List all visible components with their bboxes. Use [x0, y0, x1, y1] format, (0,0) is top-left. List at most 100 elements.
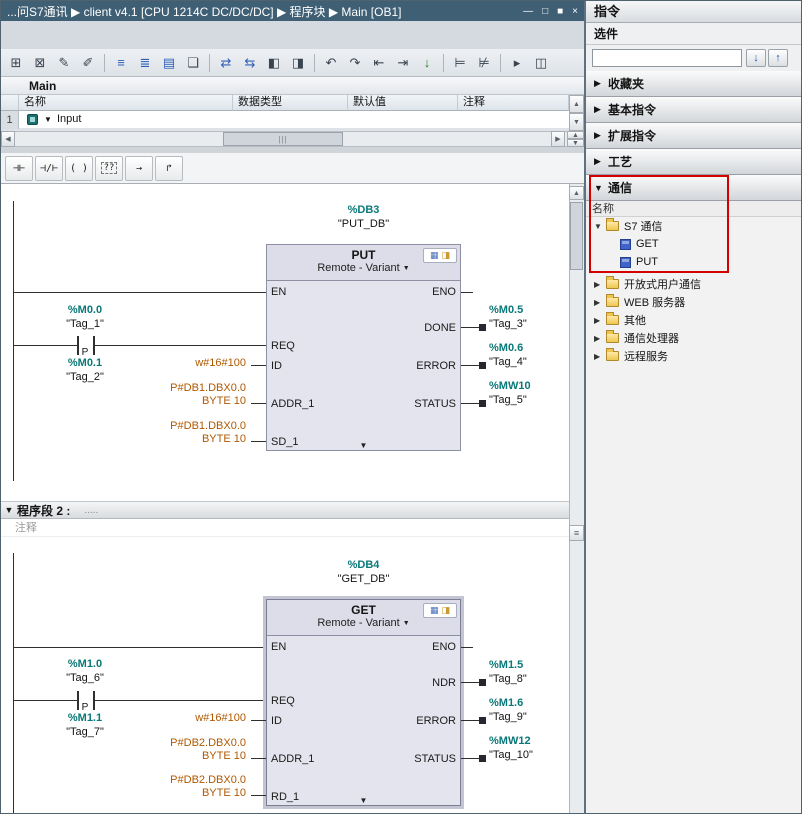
operand-tag[interactable]: "Tag_10" — [489, 749, 559, 762]
update-block-icon[interactable]: ⇆ — [239, 52, 261, 74]
scroll-left-icon[interactable]: ◀ — [1, 131, 15, 147]
section-technology[interactable]: ▶ 工艺 — [586, 149, 802, 175]
network-title-bar[interactable]: ▼ 程序段 2 : ..... — [1, 501, 569, 519]
instance-db-name[interactable]: "GET_DB" — [266, 573, 461, 586]
go-to-prev-icon[interactable]: ⇤ — [368, 52, 390, 74]
block-pins-icon[interactable]: ◨ — [442, 251, 451, 260]
tree-item-s7-communication[interactable]: ▼ S7 通信 — [586, 217, 802, 235]
pin-value[interactable]: BYTE 10 — [141, 433, 246, 446]
pin-value[interactable]: BYTE 10 — [141, 787, 246, 800]
jump-forward-icon[interactable]: ↷ — [344, 52, 366, 74]
search-up-icon[interactable]: ↑ — [768, 49, 788, 67]
pin-value[interactable]: BYTE 10 — [141, 750, 246, 763]
operand-address[interactable]: %M0.1 — [35, 357, 135, 370]
contact-nc-icon[interactable]: ⊣/⊢ — [35, 156, 63, 181]
operand-address[interactable]: %M1.6 — [489, 697, 559, 710]
operand-tag[interactable]: "Tag_1" — [35, 318, 135, 331]
open-branch-icon[interactable]: → — [125, 156, 153, 181]
operand-tag[interactable]: "Tag_2" — [35, 371, 135, 384]
operand-tag[interactable]: "Tag_3" — [489, 318, 559, 331]
split-up-icon[interactable]: ▲ — [567, 131, 584, 139]
operand-address[interactable]: %M1.0 — [35, 658, 135, 671]
section-extended-instructions[interactable]: ▶ 扩展指令 — [586, 123, 802, 149]
block-image-icon[interactable]: ▦ — [430, 606, 439, 615]
vertical-scrollbar[interactable] — [569, 184, 584, 814]
close-branch-icon[interactable]: ↱ — [155, 156, 183, 181]
splitter-grip-icon[interactable]: ≡ — [569, 525, 584, 541]
split-down-icon[interactable]: ▼ — [567, 139, 584, 147]
block-expand-icon[interactable]: ▼ — [360, 796, 368, 805]
close-icon[interactable]: × — [572, 6, 578, 17]
block-interface-icon[interactable]: ≣ — [134, 52, 156, 74]
operand-tag[interactable]: "Tag_5" — [489, 394, 559, 407]
pin-value[interactable]: P#DB2.DBX0.0 — [141, 774, 246, 787]
operand-tag[interactable]: "Tag_7" — [35, 726, 135, 739]
instance-db-address[interactable]: %DB4 — [266, 559, 461, 572]
operand-address[interactable]: %M0.5 — [489, 304, 559, 317]
network-list-icon[interactable]: ≡ — [110, 52, 132, 74]
table-row[interactable]: 1 ▼ Input — [1, 111, 569, 129]
maximize-icon[interactable]: ■ — [557, 6, 563, 17]
column-header-default[interactable]: 默认值 — [348, 95, 458, 111]
operand-address[interactable]: %M0.6 — [489, 342, 559, 355]
monitor-off-icon[interactable]: ⊭ — [473, 52, 495, 74]
editor-layout-icon[interactable]: ◫ — [530, 52, 552, 74]
block-expand-icon[interactable]: ▼ — [360, 441, 368, 450]
operand-tag[interactable]: "Tag_9" — [489, 711, 559, 724]
pin-value[interactable]: BYTE 10 — [141, 395, 246, 408]
network-comment[interactable]: 注释 — [1, 519, 569, 537]
operand-tag[interactable]: "Tag_4" — [489, 356, 559, 369]
insert-network-icon[interactable]: ⊞ — [5, 52, 27, 74]
scroll-up-icon[interactable]: ▲ — [569, 186, 584, 200]
scroll-right-icon[interactable]: ▶ — [551, 131, 565, 147]
column-header-comment[interactable]: 注释 — [458, 95, 569, 111]
operand-tag[interactable]: "Tag_8" — [489, 673, 559, 686]
expand-all-icon[interactable]: ◧ — [263, 52, 285, 74]
pin-value[interactable]: P#DB1.DBX0.0 — [141, 420, 246, 433]
operand-tag[interactable]: "Tag_6" — [35, 672, 135, 685]
tree-column-header[interactable]: 名称 — [586, 201, 802, 217]
scroll-page-up-icon[interactable]: ▲ — [569, 95, 584, 113]
section-favorites[interactable]: ▶ 收藏夹 — [586, 71, 802, 97]
search-input[interactable] — [592, 49, 742, 67]
instance-db-name[interactable]: "PUT_DB" — [266, 218, 461, 231]
minimize-icon[interactable]: — — [523, 6, 533, 17]
jump-back-icon[interactable]: ↶ — [320, 52, 342, 74]
block-image-icon[interactable]: ▦ — [430, 251, 439, 260]
collapse-all-icon[interactable]: ◨ — [287, 52, 309, 74]
tree-item-open-user-communication[interactable]: ▶ 开放式用户通信 — [586, 275, 802, 293]
pin-value[interactable]: w#16#100 — [141, 357, 246, 370]
put-block[interactable]: PUT Remote - Variant▼ ▦ ◨ EN REQ ID ADDR… — [266, 244, 461, 451]
comment-icon[interactable]: ❏ — [182, 52, 204, 74]
go-to-next-icon[interactable]: ⇥ — [392, 52, 414, 74]
tree-item-communication-processor[interactable]: ▶ 通信处理器 — [586, 329, 802, 347]
operand-address[interactable]: %M1.5 — [489, 659, 559, 672]
properties-icon[interactable]: ✐ — [77, 52, 99, 74]
block-variant-selector[interactable]: Remote - Variant▼ — [267, 262, 460, 274]
pin-value[interactable]: w#16#100 — [141, 712, 246, 725]
operand-address[interactable]: %MW12 — [489, 735, 559, 748]
empty-box-icon[interactable]: ?? — [95, 156, 123, 181]
more-commands-icon[interactable]: ▸ — [506, 52, 528, 74]
section-basic-instructions[interactable]: ▶ 基本指令 — [586, 97, 802, 123]
section-communication[interactable]: ▼ 通信 — [586, 175, 802, 201]
delete-network-icon[interactable]: ⊠ — [29, 52, 51, 74]
swap-operand-icon[interactable]: ⇄ — [215, 52, 237, 74]
instance-db-address[interactable]: %DB3 — [266, 204, 461, 217]
pin-value[interactable]: P#DB1.DBX0.0 — [141, 382, 246, 395]
coil-icon[interactable]: ( ) — [65, 156, 93, 181]
download-icon[interactable]: ↓ — [416, 52, 438, 74]
pin-value[interactable]: P#DB2.DBX0.0 — [141, 737, 246, 750]
chevron-down-icon[interactable]: ▼ — [44, 115, 52, 124]
restore-icon[interactable]: □ — [542, 6, 548, 17]
tree-item-others[interactable]: ▶ 其他 — [586, 311, 802, 329]
operand-address[interactable]: %MW10 — [489, 380, 559, 393]
hscroll-thumb[interactable]: ||| — [223, 132, 343, 146]
column-header-name[interactable]: 名称 — [19, 95, 233, 111]
scroll-page-down-icon[interactable]: ▼ — [569, 113, 584, 131]
column-header-datatype[interactable]: 数据类型 — [233, 95, 348, 111]
monitor-on-icon[interactable]: ⊨ — [449, 52, 471, 74]
vscroll-thumb[interactable] — [570, 202, 583, 270]
favorites-icon[interactable]: ▤ — [158, 52, 180, 74]
interface-row-label[interactable]: Input — [57, 113, 81, 125]
